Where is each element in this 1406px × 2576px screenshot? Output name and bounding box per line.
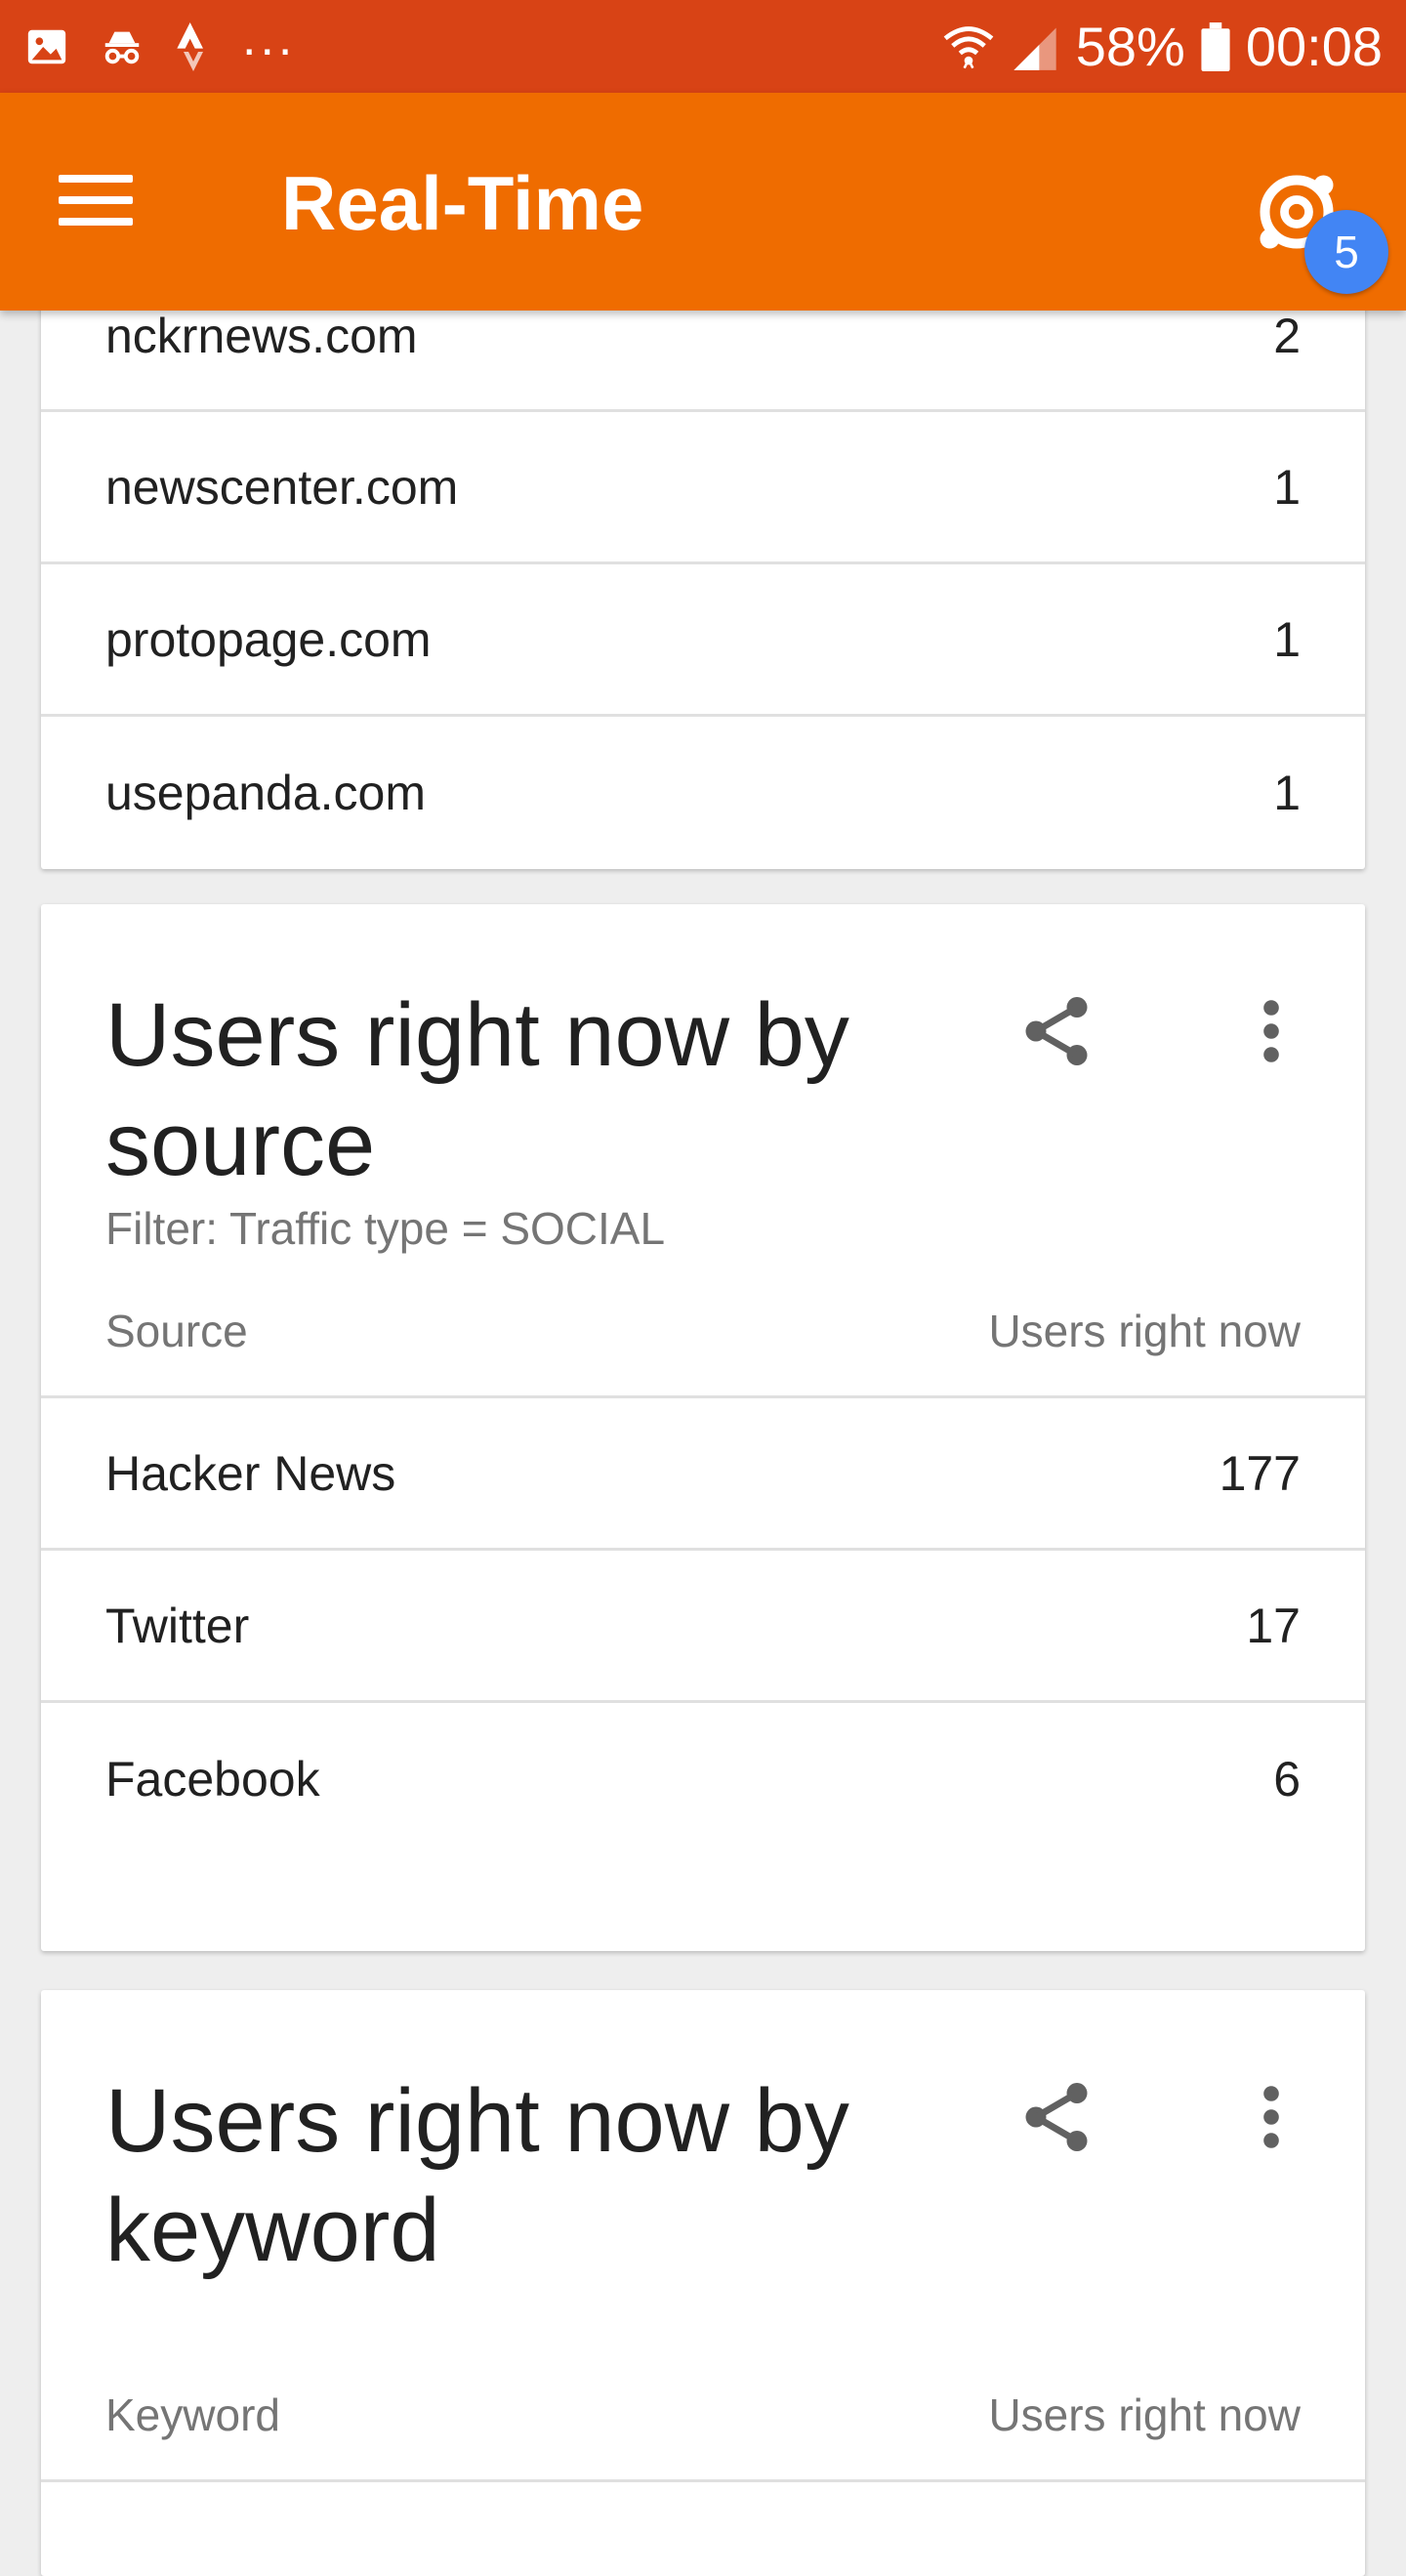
app-bar: Real-Time 5 <box>0 93 1406 311</box>
column-header-users: Users right now <box>988 2389 1301 2440</box>
battery-percent: 58% <box>1075 16 1185 77</box>
row-value: 1 <box>1273 459 1301 515</box>
status-bar: ... 58% 00:08 <box>0 0 1406 93</box>
strava-icon <box>174 21 213 71</box>
keyword-card: Users right now by keyword Keyword Users… <box>41 1990 1365 2576</box>
table-header: Keyword Users right now <box>41 2349 1365 2482</box>
row-name: Facebook <box>105 1752 320 1807</box>
menu-icon-bar <box>59 218 133 226</box>
table-row[interactable]: Facebook 6 <box>41 1703 1365 1855</box>
column-header-keyword: Keyword <box>105 2389 280 2440</box>
card-filter: Filter: Traffic type = SOCIAL <box>105 1203 666 1254</box>
column-header-users: Users right now <box>988 1305 1301 1356</box>
more-options-button[interactable] <box>1232 2068 1310 2166</box>
table-row[interactable]: Hacker News 177 <box>41 1398 1365 1551</box>
share-button[interactable] <box>1008 2068 1105 2166</box>
wifi-icon <box>943 23 994 70</box>
table-row[interactable]: Twitter 17 <box>41 1551 1365 1703</box>
signal-icon <box>1010 23 1060 70</box>
row-name: usepanda.com <box>105 766 427 820</box>
card-title: Users right now by source <box>105 985 849 1194</box>
row-name: Hacker News <box>105 1445 396 1501</box>
row-value: 2 <box>1273 308 1301 363</box>
menu-icon <box>59 175 133 183</box>
share-icon <box>1025 997 1088 1065</box>
incognito-icon <box>100 24 145 69</box>
more-options-button[interactable] <box>1232 982 1310 1080</box>
column-header-source: Source <box>105 1305 248 1356</box>
more-vert-icon <box>1263 2086 1279 2148</box>
share-icon <box>1025 2083 1088 2151</box>
menu-button[interactable] <box>59 161 156 239</box>
row-value: 17 <box>1246 1598 1301 1653</box>
table-header: Source Users right now <box>41 1266 1365 1398</box>
row-value: 1 <box>1273 611 1301 667</box>
more-notifications-indicator: ... <box>242 9 297 66</box>
menu-icon-bar <box>59 196 133 204</box>
more-vert-icon <box>1263 1000 1279 1062</box>
notification-badge[interactable]: 5 <box>1304 210 1388 294</box>
row-name: newscenter.com <box>105 459 459 515</box>
share-button[interactable] <box>1008 982 1105 1080</box>
table-row[interactable]: usepanda.com 1 <box>41 717 1365 869</box>
page-title: Real-Time <box>281 160 644 246</box>
row-name: Twitter <box>105 1598 250 1653</box>
table-row[interactable]: newscenter.com 1 <box>41 412 1365 564</box>
row-value: 1 <box>1273 766 1301 820</box>
battery-icon <box>1201 21 1230 71</box>
table-row[interactable]: protopage.com 1 <box>41 564 1365 717</box>
row-name: protopage.com <box>105 611 432 667</box>
image-icon <box>23 24 70 69</box>
source-card: Users right now by source Filter: Traffi… <box>41 904 1365 1951</box>
row-value: 6 <box>1273 1752 1301 1807</box>
referral-card: nckrnews.com 2 newscenter.com 1 protopag… <box>41 262 1365 869</box>
row-name: nckrnews.com <box>105 308 418 363</box>
card-title: Users right now by keyword <box>105 2071 849 2280</box>
clock: 00:08 <box>1245 16 1383 77</box>
row-value: 177 <box>1219 1445 1301 1501</box>
